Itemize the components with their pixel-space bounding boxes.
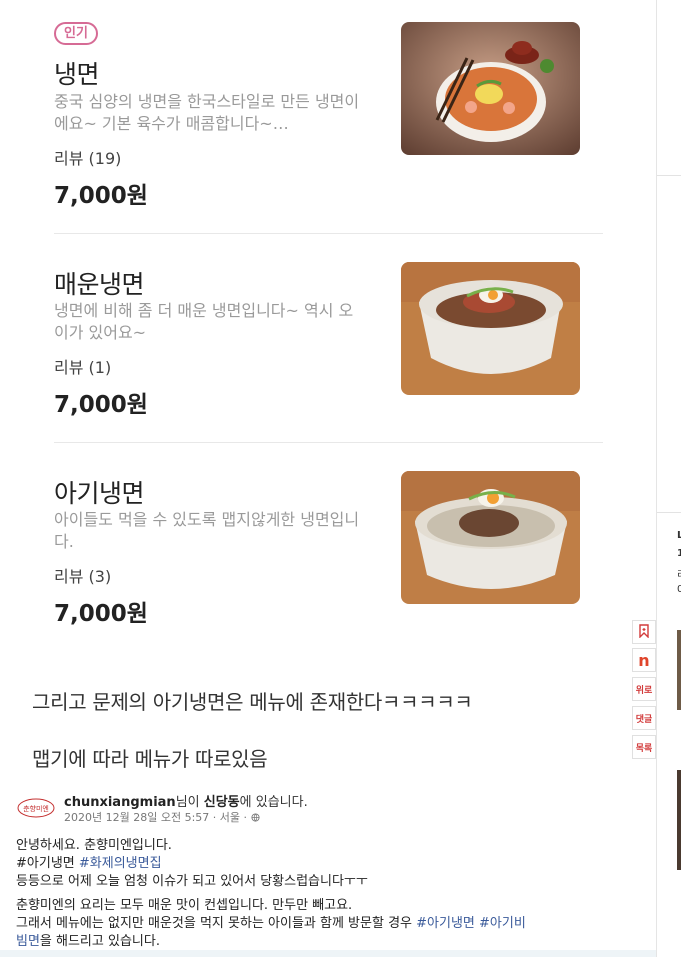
bookmark-button[interactable] — [632, 620, 656, 644]
post-text: 을 해드리고 있습니다. — [39, 934, 160, 949]
comments-button[interactable]: 댓글 — [632, 706, 656, 730]
sidebar-thumbnail[interactable] — [677, 770, 681, 870]
menu-item-photo — [401, 471, 580, 604]
list-button[interactable]: 목록 — [632, 735, 656, 759]
sidebar-thumbnail[interactable] — [677, 630, 681, 710]
menu-item-price: 7,000원 — [54, 601, 148, 627]
post-author[interactable]: chunxiangmian — [64, 795, 176, 810]
divider — [54, 233, 603, 234]
bookmark-icon — [638, 623, 650, 641]
menu-item-naengmyeon[interactable]: 인기 냉면 중국 심양의 냉면을 한국스타일로 만든 냉면이에요~ 기본 육수가… — [54, 22, 604, 222]
svg-text:춘향미엔: 춘향미엔 — [23, 804, 49, 813]
menu-item-price: 7,000원 — [54, 183, 148, 209]
post-meta: 2020년 12월 28일 오전 5:57 · 서울 · — [64, 809, 260, 825]
menu-item-baby-naengmyeon[interactable]: 아기냉면 아이들도 먹을 수 있도록 맵지않게한 냉면입니다. 리뷰 (3) 7… — [54, 471, 604, 631]
divider — [54, 442, 603, 443]
post-line-1: 안녕하세요. 춘향미엔입니다. — [16, 838, 172, 853]
post-author-line: chunxiangmian님이 신당동에 있습니다. — [64, 791, 308, 810]
menu-item-description: 아이들도 먹을 수 있도록 맵지않게한 냉면입니다. — [54, 510, 360, 551]
sidebar-text-fragment: 0 — [677, 584, 681, 595]
right-sidebar: L 1 리 0 — [656, 0, 681, 957]
blog-post-main: 인기 냉면 중국 심양의 냉면을 한국스타일로 만든 냉면이에요~ 기본 육수가… — [0, 0, 656, 957]
post-timestamp[interactable]: 2020년 12월 28일 오전 5:57 · 서울 · — [64, 811, 247, 824]
popular-badge: 인기 — [54, 22, 98, 45]
hashtag-link[interactable]: #아기냉면 — [16, 856, 75, 871]
menu-item-review-count[interactable]: 리뷰 (1) — [54, 354, 111, 378]
comments-label: 댓글 — [635, 714, 653, 725]
post-line-2: #아기냉면 #화제의냉면집 — [16, 855, 162, 873]
place-suffix: 에 있습니다. — [239, 795, 308, 810]
menu-item-name: 냉면 — [54, 60, 100, 89]
page-avatar[interactable]: 춘향미엔 — [17, 798, 55, 818]
sidebar-text-fragment: 리 — [677, 566, 681, 581]
post-line-6: 빔면을 해드리고 있습니다. — [16, 933, 160, 951]
menu-item-description: 냉면에 비해 좀 더 매운 냉면입니다~ 역시 오이가 있어요~ — [54, 301, 354, 342]
menu-item-description: 중국 심양의 냉면을 한국스타일로 만든 냉면이에요~ 기본 육수가 매콤합니다… — [54, 92, 360, 133]
menu-item-review-count[interactable]: 리뷰 (3) — [54, 563, 111, 587]
hashtag-link[interactable]: #화제의냉면집 — [79, 856, 162, 871]
menu-item-price: 7,000원 — [54, 392, 148, 418]
post-text: 그래서 메뉴에는 없지만 매운것을 먹지 못하는 아이들과 함께 방문할 경우 — [16, 916, 417, 931]
divider — [657, 175, 681, 176]
author-suffix: 님이 — [175, 795, 204, 810]
globe-icon — [250, 811, 260, 824]
scroll-top-button[interactable]: 위로 — [632, 677, 656, 701]
list-label: 목록 — [635, 743, 653, 754]
post-place[interactable]: 신당동 — [204, 795, 240, 810]
menu-item-photo — [401, 262, 580, 395]
naver-logo: n — [638, 650, 650, 670]
post-line-3: 등등으로 어제 오늘 엄청 이슈가 되고 있어서 당황스럽습니다ㅜㅜ — [16, 874, 368, 889]
hashtag-link[interactable]: #아기비 — [479, 916, 526, 931]
sidebar-text-fragment: 1 — [677, 548, 681, 559]
divider — [657, 512, 681, 513]
menu-item-name: 매운냉면 — [54, 270, 145, 299]
sidebar-text-fragment: L — [677, 530, 681, 541]
menu-item-spicy-naengmyeon[interactable]: 매운냉면 냉면에 비해 좀 더 매운 냉면입니다~ 역시 오이가 있어요~ 리뷰… — [54, 262, 604, 422]
scroll-top-label: 위로 — [635, 685, 653, 696]
commentary-line-2: 맵기에 따라 메뉴가 따로있음 — [32, 747, 268, 771]
hashtag-link[interactable]: #아기냉면 — [416, 916, 475, 931]
hashtag-link[interactable]: 빔면 — [16, 934, 40, 949]
post-line-4: 춘향미엔의 요리는 모두 매운 맛이 컨셉입니다. 만두만 빼고요. — [16, 898, 353, 913]
bottom-bar — [0, 950, 656, 957]
menu-item-review-count[interactable]: 리뷰 (19) — [54, 145, 121, 169]
post-line-5: 그래서 메뉴에는 없지만 매운것을 먹지 못하는 아이들과 함께 방문할 경우 … — [16, 915, 526, 933]
menu-item-photo — [401, 22, 580, 155]
naver-button[interactable]: n — [632, 648, 656, 672]
commentary-line-1: 그리고 문제의 아기냉면은 메뉴에 존재한다ㅋㅋㅋㅋㅋ — [32, 690, 473, 714]
menu-item-name: 아기냉면 — [54, 479, 145, 508]
